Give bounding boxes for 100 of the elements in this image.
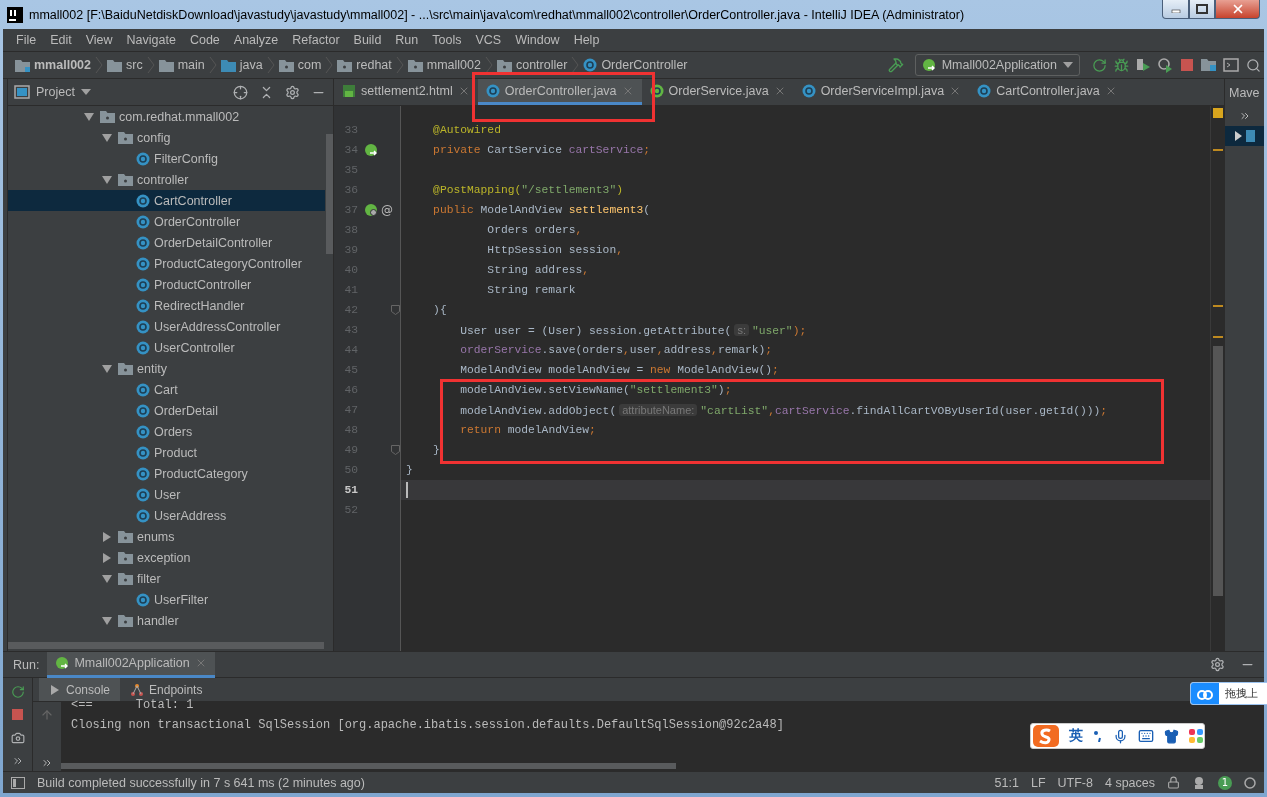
breadcrumb[interactable]: controller	[496, 58, 568, 72]
tree-item[interactable]: UserFilter	[8, 589, 325, 610]
expanded-arrow-icon[interactable]	[102, 363, 112, 374]
tree-item[interactable]: Orders	[8, 421, 325, 442]
tree-item[interactable]: FilterConfig	[8, 148, 325, 169]
editor-tab[interactable]: CartController.java	[969, 79, 1125, 105]
more-icon[interactable]	[1238, 110, 1251, 122]
tree-item[interactable]: UserAddressController	[8, 316, 325, 337]
scrollbar-thumb[interactable]	[1213, 346, 1223, 596]
breadcrumb[interactable]: mmall002	[15, 58, 91, 72]
menu-item[interactable]: VCS	[468, 33, 509, 47]
project-view-selector[interactable]: Project	[14, 85, 91, 99]
menu-item[interactable]: Code	[182, 33, 227, 47]
run-configuration-dropdown[interactable]: Mmall002Application	[914, 54, 1080, 76]
tree-item[interactable]: User	[8, 484, 325, 505]
collapsed-arrow-icon[interactable]	[102, 531, 112, 542]
menu-item[interactable]: Build	[346, 33, 389, 47]
editor-tab[interactable]: OrderService.java	[641, 79, 794, 105]
scrollbar-thumb[interactable]	[8, 642, 324, 649]
expanded-arrow-icon[interactable]	[102, 132, 112, 143]
keyboard-icon[interactable]	[1138, 728, 1154, 744]
caret-position[interactable]: 51:1	[994, 775, 1019, 790]
breadcrumb[interactable]: redhat	[337, 58, 392, 72]
breadcrumb[interactable]: src	[107, 58, 143, 72]
menu-item[interactable]: Analyze	[226, 33, 286, 47]
bean-web-icon[interactable]	[364, 203, 378, 217]
menu-item[interactable]: Navigate	[119, 33, 183, 47]
inspector-icon[interactable]	[1192, 775, 1206, 790]
breadcrumb[interactable]: mmall002	[407, 58, 481, 72]
ime-mode-label[interactable]: 英	[1069, 727, 1083, 745]
menu-item[interactable]: Window	[508, 33, 567, 47]
tree-item[interactable]: com.redhat.mmall002	[8, 106, 325, 127]
folder-icon	[118, 572, 133, 585]
tree-item[interactable]: entity	[8, 358, 325, 379]
breadcrumb[interactable]: main	[158, 58, 205, 72]
memory-icon[interactable]	[1244, 775, 1256, 790]
apps-icon[interactable]	[1189, 729, 1203, 743]
tree-item[interactable]: ProductController	[8, 274, 325, 295]
tree-item[interactable]: ProductCategory	[8, 463, 325, 484]
maven-tool-icon[interactable]	[1233, 129, 1256, 143]
minimize-button[interactable]	[1162, 0, 1189, 19]
expanded-arrow-icon[interactable]	[102, 573, 112, 584]
window-title: mmall002 [F:\BaiduNetdiskDownload\javastudy\javastudy\mmall002] - ...\src\main\java\com\redhat\mmall002\controller\OrderController.java - IntelliJ IDEA (Administrator)	[29, 7, 966, 22]
editor-tab[interactable]: settlement2.html	[334, 79, 478, 105]
tree-item[interactable]: enums	[8, 526, 325, 547]
punctuation-icon[interactable]	[1093, 730, 1103, 742]
drag-upload-button[interactable]: 拖拽上	[1190, 682, 1267, 705]
tree-item[interactable]: controller	[8, 169, 325, 190]
fold-icon[interactable]	[391, 305, 400, 315]
gutter-mark[interactable]: @	[381, 203, 393, 217]
fold-icon[interactable]	[391, 445, 400, 455]
scrollbar-thumb[interactable]	[326, 134, 333, 254]
notification-badge[interactable]: 1	[1218, 775, 1232, 790]
tool-windows-icon[interactable]	[11, 776, 25, 789]
indent-setting[interactable]: 4 spaces	[1104, 775, 1155, 790]
shirt-icon[interactable]	[1164, 728, 1179, 744]
more-icon[interactable]	[41, 757, 53, 769]
breadcrumb[interactable]: java	[220, 58, 263, 72]
tree-item[interactable]: config	[8, 127, 325, 148]
tree-item[interactable]: OrderDetail	[8, 400, 325, 421]
tree-item[interactable]: UserController	[8, 337, 325, 358]
file-encoding[interactable]: UTF-8	[1057, 775, 1093, 790]
menu-item[interactable]: File	[9, 33, 44, 47]
run-tab[interactable]: Mmall002Application	[47, 651, 215, 678]
tree-item[interactable]: ProductCategoryController	[8, 253, 325, 274]
collapsed-arrow-icon[interactable]	[102, 552, 112, 563]
tree-item[interactable]: OrderController	[8, 211, 325, 232]
bean-icon[interactable]	[55, 656, 70, 670]
close-button[interactable]	[1215, 0, 1260, 19]
tree-item[interactable]: Cart	[8, 379, 325, 400]
lock-icon[interactable]	[1167, 776, 1180, 789]
scrollbar-thumb[interactable]	[61, 763, 676, 769]
tree-item[interactable]: exception	[8, 547, 325, 568]
editor-tab[interactable]: OrderController.java	[477, 79, 642, 105]
menu-item[interactable]: Help	[566, 33, 607, 47]
bean-icon[interactable]	[921, 58, 936, 72]
menu-item[interactable]: Tools	[425, 33, 469, 47]
console-tab[interactable]: Console	[39, 678, 121, 701]
tree-item[interactable]: RedirectHandler	[8, 295, 325, 316]
editor-tab[interactable]: OrderServiceImpl.java	[793, 79, 970, 105]
tree-item[interactable]: filter	[8, 568, 325, 589]
tree-item[interactable]: Product	[8, 442, 325, 463]
tree-item[interactable]: UserAddress	[8, 505, 325, 526]
breadcrumb[interactable]: com	[278, 58, 322, 72]
maximize-button[interactable]	[1189, 0, 1215, 19]
expanded-arrow-icon[interactable]	[102, 174, 112, 185]
menu-item[interactable]: Edit	[43, 33, 79, 47]
menu-item[interactable]: Run	[388, 33, 426, 47]
tree-item[interactable]: handler	[8, 610, 325, 631]
maven-side-tab[interactable]: Mave	[1225, 79, 1264, 106]
tree-item[interactable]: CartController	[8, 190, 325, 211]
menu-item[interactable]: View	[78, 33, 120, 47]
expanded-arrow-icon[interactable]	[84, 111, 94, 122]
breadcrumb[interactable]: OrderController	[583, 58, 688, 72]
bean-icon[interactable]	[364, 143, 378, 157]
line-separator[interactable]: LF	[1030, 775, 1046, 790]
tree-item[interactable]: OrderDetailController	[8, 232, 325, 253]
expanded-arrow-icon[interactable]	[102, 615, 112, 626]
menu-item[interactable]: Refactor	[285, 33, 347, 47]
microphone-icon[interactable]	[1113, 728, 1128, 744]
